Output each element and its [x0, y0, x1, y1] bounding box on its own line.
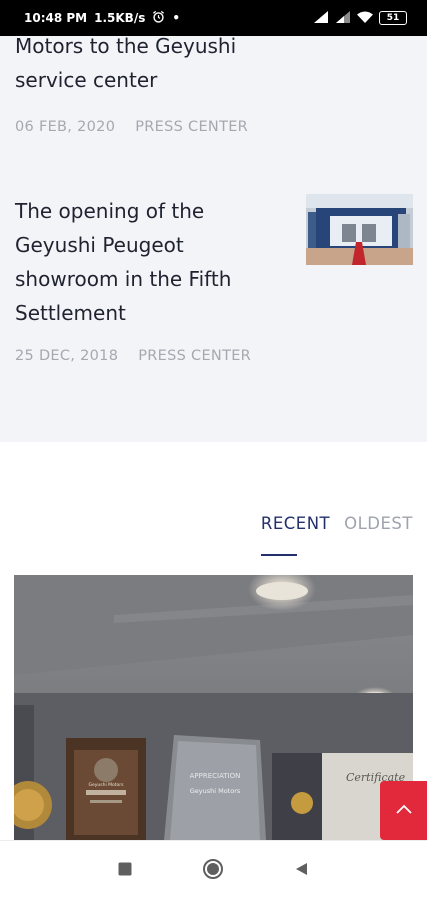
system-nav-bar [0, 840, 427, 901]
article-date: 06 FEB, 2020 [15, 119, 116, 135]
sort-tabs: RECENT OLDEST [260, 514, 413, 556]
article-category[interactable]: PRESS CENTER [135, 119, 248, 135]
chevron-up-icon [395, 802, 413, 820]
alarm-icon [152, 10, 165, 26]
back-triangle-icon [294, 862, 308, 881]
wifi-icon [357, 11, 373, 26]
signal-icon-2 [335, 10, 351, 26]
article-thumbnail[interactable] [306, 194, 413, 265]
article-item[interactable]: Motors to the Geyushi service center 06 … [15, 29, 248, 135]
notification-dot: • [172, 11, 181, 25]
square-icon [118, 862, 132, 881]
article-title[interactable]: Motors to the Geyushi service center [15, 29, 248, 97]
tab-oldest[interactable]: OLDEST [344, 514, 413, 533]
back-button[interactable] [271, 841, 331, 901]
recents-button[interactable] [95, 841, 155, 901]
scroll-to-top-button[interactable] [380, 781, 427, 840]
plaque-left-text: Geyushi Motors [89, 782, 125, 788]
circle-icon [202, 858, 224, 885]
article-category[interactable]: PRESS CENTER [138, 348, 251, 364]
article-item[interactable]: The opening of the Geyushi Peugeot showr… [15, 194, 295, 364]
status-network-speed: 1.5KB/s [94, 11, 146, 25]
home-button[interactable] [183, 841, 243, 901]
plaque-subtext: Geyushi Motors [190, 787, 241, 795]
plaque-text: APPRECIATION [190, 772, 241, 780]
status-time: 10:48 PM [24, 11, 88, 25]
article-date: 25 DEC, 2018 [15, 348, 119, 364]
battery-indicator: 51 [379, 11, 407, 25]
active-tab-indicator [260, 554, 297, 556]
gallery-photo[interactable]: APPRECIATION Geyushi Motors Geyushi Moto… [14, 575, 413, 840]
article-title[interactable]: The opening of the Geyushi Peugeot showr… [15, 194, 295, 330]
tab-recent[interactable]: RECENT [260, 514, 330, 556]
signal-icon [313, 10, 329, 26]
